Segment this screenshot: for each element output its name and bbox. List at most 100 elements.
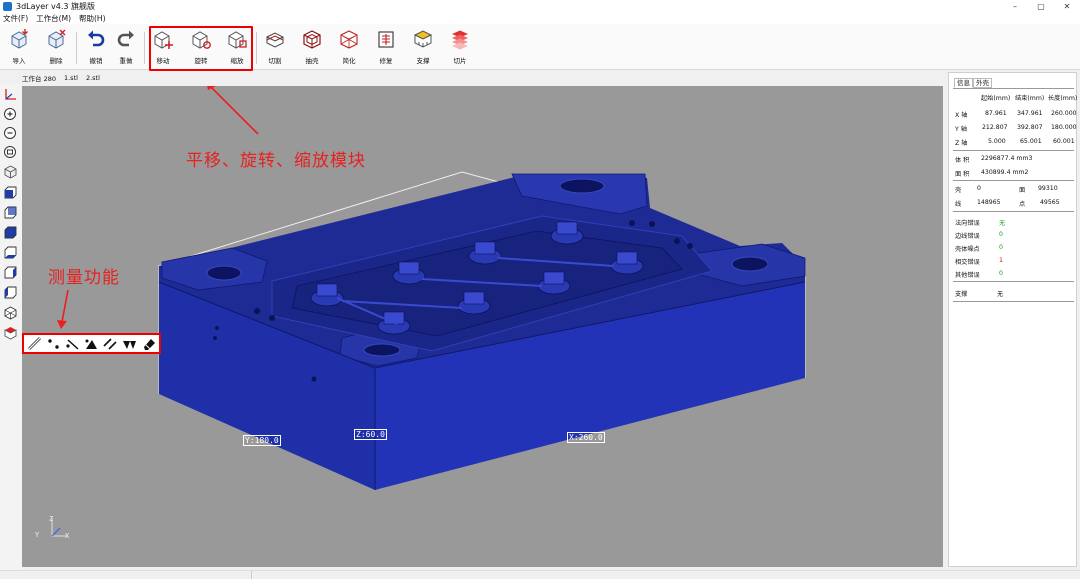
support-value: 无 (997, 291, 1004, 298)
app-logo-icon (3, 2, 12, 11)
axis-icon[interactable] (3, 87, 18, 102)
edge-label: 线 (955, 201, 962, 208)
point-line-icon[interactable] (64, 336, 81, 351)
delete-label: 删除 (49, 57, 63, 65)
point-label: 点 (1019, 201, 1026, 208)
error-label: 壳体噪点 (955, 246, 980, 253)
mold-model[interactable] (22, 86, 943, 567)
menu-help[interactable]: 帮助(H) (79, 13, 106, 24)
view-sidebar (0, 84, 22, 574)
edge-point-row: 线 148965 点 49565 (953, 199, 1075, 209)
tab-file-2[interactable]: 2.stl (86, 74, 100, 82)
view-bottom-icon[interactable] (3, 245, 18, 260)
import-label: 导入 (12, 57, 26, 65)
redo-button[interactable]: 重做 (111, 28, 141, 68)
menu-workbench[interactable]: 工作台(M) (36, 13, 71, 24)
shell-value: 0 (977, 185, 981, 192)
simplify-button[interactable]: 简化 (334, 28, 364, 68)
panel-divider (953, 211, 1074, 212)
window-title: 3dLayer v4.3 旗舰版 (16, 2, 96, 11)
menu-bar: 文件(F) 工作台(M) 帮助(H) (0, 13, 1080, 24)
error-value: 0 (999, 270, 1003, 277)
import-icon (11, 29, 28, 49)
axis-x-label: X (65, 532, 70, 540)
tab-info[interactable]: 信息 (954, 78, 973, 88)
redo-icon (117, 30, 134, 47)
end-header: 结束(mm) (1015, 95, 1045, 102)
support-label: 支撑 (416, 57, 430, 65)
axis-end: 392.807 (1017, 124, 1043, 131)
delete-icon (48, 29, 66, 49)
redo-label: 重做 (119, 57, 133, 65)
panel-divider (953, 281, 1074, 282)
undo-button[interactable]: 撤销 (81, 28, 111, 68)
eraser-icon[interactable] (140, 336, 157, 351)
line-line-icon[interactable] (102, 336, 119, 351)
axis-name: Z 轴 (955, 140, 968, 147)
edge-value: 148965 (977, 199, 1001, 206)
support-button[interactable]: 支撑 (408, 28, 438, 68)
panel-divider (953, 301, 1074, 302)
toolbar-separator (144, 32, 145, 64)
close-button[interactable]: ✕ (1054, 0, 1080, 13)
point-value: 49565 (1040, 199, 1060, 206)
panel-divider (953, 180, 1074, 181)
title-bar: 3dLayer v4.3 旗舰版 – ▢ ✕ (0, 0, 1080, 13)
panel-divider (953, 150, 1074, 151)
minimize-button[interactable]: – (1002, 0, 1028, 13)
tab-shell[interactable]: 外壳 (973, 78, 992, 88)
tab-file-1[interactable]: 1.stl (64, 74, 78, 82)
volume-value: 2296877.4 mm3 (981, 155, 1033, 162)
wireframe-icon[interactable] (3, 305, 18, 320)
axis-start: 5.000 (988, 138, 1006, 145)
shell-button[interactable]: 抽壳 (297, 28, 327, 68)
support-label: 支撑 (955, 291, 968, 298)
axis-start: 212.807 (982, 124, 1008, 131)
shell-label: 壳 (955, 187, 962, 194)
plane-plane-icon[interactable] (121, 336, 138, 351)
toolbar-separator (76, 32, 77, 64)
point-distance-icon[interactable] (45, 336, 62, 351)
axis-y-label: Y (35, 531, 40, 539)
toolbar-separator (256, 32, 257, 64)
view-back-icon[interactable] (3, 205, 18, 220)
zoom-out-icon[interactable] (3, 126, 18, 141)
menu-file[interactable]: 文件(F) (3, 13, 28, 24)
error-label: 相交错误 (955, 259, 980, 266)
point-plane-icon[interactable] (83, 336, 100, 351)
view-right-icon[interactable] (3, 285, 18, 300)
section-view-icon[interactable] (3, 325, 18, 340)
zoom-in-icon[interactable] (3, 107, 18, 122)
slice-button[interactable]: 切片 (445, 28, 475, 68)
axis-end: 347.961 (1017, 110, 1043, 117)
maximize-button[interactable]: ▢ (1028, 0, 1054, 13)
error-row: 相交错误 1 (953, 257, 1075, 267)
error-row: 法向错误 无 (953, 218, 1075, 228)
area-row: 面 积 430899.4 mm2 (953, 169, 1075, 179)
y-axis-row: Y 轴 212.807 392.807 180.000 (953, 124, 1077, 134)
view-top-icon[interactable] (3, 225, 18, 240)
simplify-label: 简化 (342, 57, 356, 65)
area-value: 430899.4 mm2 (981, 169, 1029, 176)
view-front-icon[interactable] (3, 185, 18, 200)
view-left-icon[interactable] (3, 265, 18, 280)
error-label: 法向错误 (955, 220, 980, 227)
error-row: 其他错误 0 (953, 270, 1075, 280)
delete-button[interactable]: 删除 (41, 28, 71, 68)
cut-button[interactable]: 切割 (260, 28, 290, 68)
axis-end: 65.001 (1020, 138, 1042, 145)
error-value: 0 (999, 244, 1003, 251)
view-iso-icon[interactable] (3, 164, 18, 179)
repair-button[interactable]: 修复 (371, 28, 401, 68)
tab-workbench[interactable]: 工作台 280 (22, 73, 56, 83)
transform-highlight-box (149, 26, 253, 71)
zoom-fit-icon[interactable] (3, 145, 18, 160)
undo-icon (88, 30, 105, 47)
axis-triad (51, 518, 68, 537)
import-button[interactable]: 导入 (4, 28, 34, 68)
support-icon (413, 30, 433, 48)
axis-header-row: 起始(mm) 结束(mm) 长度(mm) (953, 93, 1077, 103)
error-row: 壳体噪点 0 (953, 244, 1075, 254)
3d-viewport[interactable]: 平移、旋转、缩放模块 测量功能 Y:180.0 Z:60.0 X:260.0 Z… (22, 86, 943, 567)
ruler-icon[interactable] (26, 336, 43, 351)
